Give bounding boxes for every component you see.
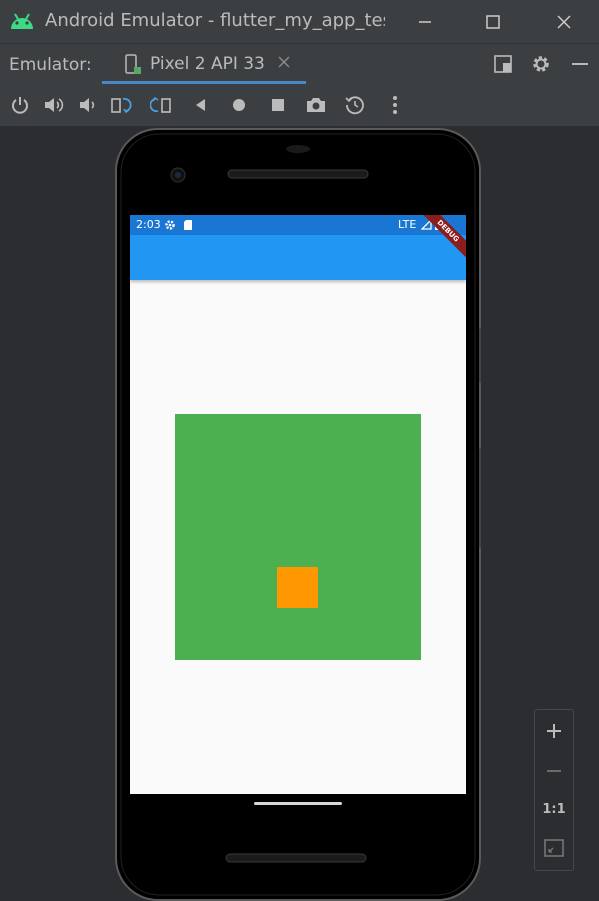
minimize-icon <box>419 20 431 23</box>
rotate-left-icon[interactable] <box>110 94 132 116</box>
fit-screen-button[interactable] <box>535 829 573 867</box>
zoom-controls: 1:1 <box>534 709 574 871</box>
volume-up-icon[interactable] <box>42 94 64 116</box>
zoom-out-icon <box>547 770 561 772</box>
hide-panel-icon[interactable] <box>569 53 591 75</box>
overview-icon[interactable] <box>267 94 289 116</box>
home-gesture-bar[interactable] <box>254 802 342 805</box>
zoom-actual-size-button[interactable]: 1:1 <box>535 790 573 828</box>
back-icon[interactable] <box>190 94 212 116</box>
status-time: 2:03 <box>136 218 161 231</box>
close-icon <box>557 14 571 29</box>
zoom-out-button[interactable] <box>535 752 573 790</box>
zoom-in-button[interactable] <box>535 712 573 750</box>
sd-card-icon <box>184 220 192 230</box>
device-tab-label: Pixel 2 API 33 <box>150 54 265 74</box>
tab-close-icon[interactable] <box>278 56 290 68</box>
screenshot-icon[interactable] <box>305 94 327 116</box>
more-icon[interactable] <box>384 94 406 116</box>
minimize-button[interactable] <box>400 0 450 43</box>
device-tab[interactable]: Pixel 2 API 33 <box>102 44 306 84</box>
app-bar <box>130 235 466 280</box>
network-type: LTE <box>398 218 417 231</box>
green-container <box>175 414 421 660</box>
zoom-in-icon <box>547 724 561 738</box>
device-phone-icon <box>125 54 141 74</box>
orange-box <box>277 567 318 608</box>
maximize-icon <box>486 14 500 29</box>
emulator-toolbar <box>0 84 599 126</box>
android-logo-icon <box>11 13 33 29</box>
fit-screen-icon <box>544 839 564 857</box>
settings-gear-icon[interactable] <box>530 53 552 75</box>
snapshot-icon[interactable] <box>344 94 366 116</box>
zoom-ratio-label: 1:1 <box>542 801 566 817</box>
emulator-label: Emulator: <box>9 55 92 75</box>
emulator-tab-bar: Emulator: Pixel 2 API 33 <box>0 43 599 85</box>
layout-toggle-icon[interactable] <box>492 53 514 75</box>
settings-notification-icon <box>165 220 175 230</box>
title-bar: Android Emulator - flutter_my_app_test <box>0 0 599 43</box>
home-icon[interactable] <box>228 94 250 116</box>
volume-down-icon[interactable] <box>76 94 98 116</box>
window-title: Android Emulator - flutter_my_app_test <box>45 10 385 31</box>
device-screen[interactable]: 2:03 LTE DEBUG <box>130 215 466 794</box>
rotate-right-icon[interactable] <box>150 94 172 116</box>
android-status-bar: 2:03 LTE <box>130 215 466 235</box>
close-button[interactable] <box>539 0 589 43</box>
power-icon[interactable] <box>9 94 31 116</box>
maximize-button[interactable] <box>468 0 518 43</box>
